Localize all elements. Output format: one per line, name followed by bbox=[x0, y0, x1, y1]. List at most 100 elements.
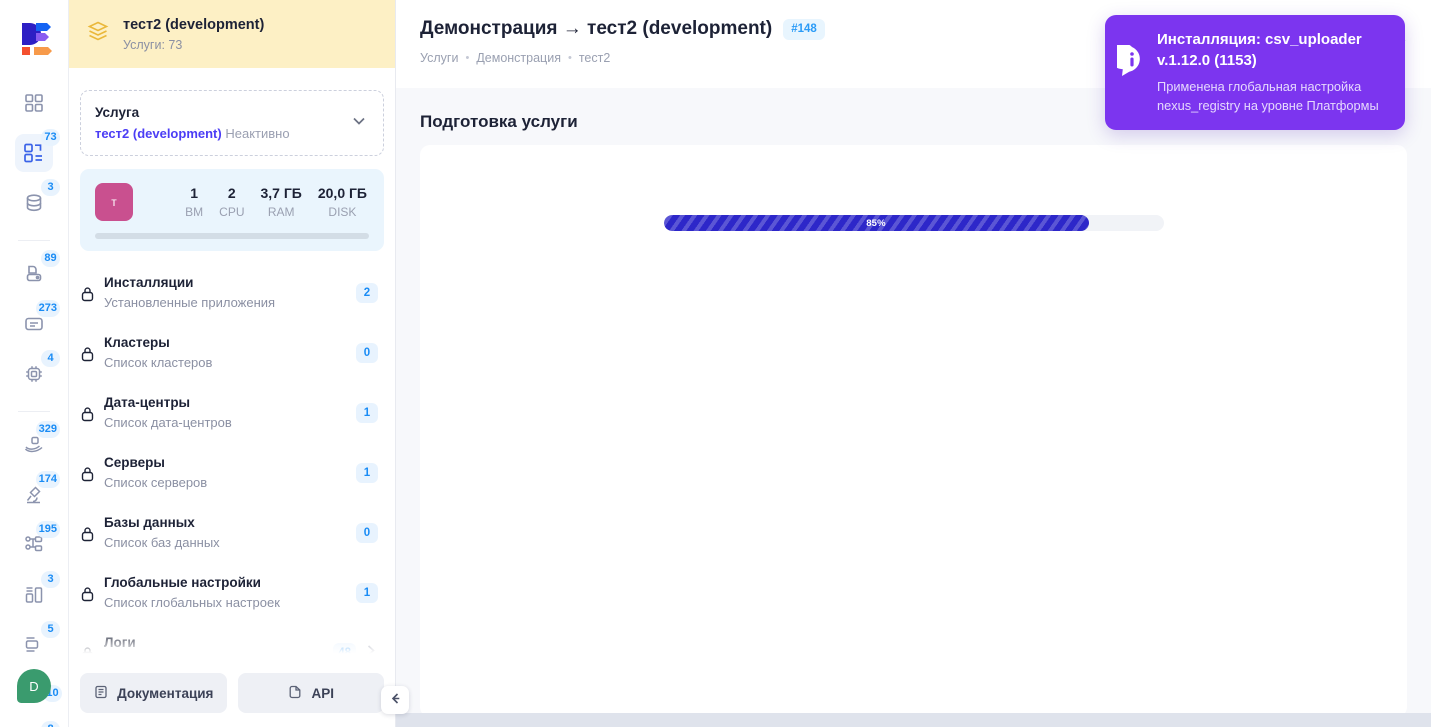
sidebar-item-chips[interactable]: 4 bbox=[15, 355, 53, 393]
icon-rail: 73 3 bbox=[0, 0, 69, 727]
nav-count: 2 bbox=[356, 283, 378, 303]
file-code-icon bbox=[287, 684, 303, 703]
nav-count: 1 bbox=[356, 403, 378, 423]
nav-item-servers[interactable]: Серверы Список серверов 1 bbox=[80, 447, 384, 498]
service-stats-card: т 1 ВМ 2 CPU 3,7 ГБ RAM bbox=[80, 169, 384, 251]
page-title-current: тест2 (development) bbox=[587, 18, 772, 39]
sidebar-item-racks[interactable]: 89 bbox=[15, 255, 53, 293]
info-icon bbox=[1117, 29, 1147, 115]
app-root: 73 3 bbox=[0, 0, 1431, 727]
sidebar-item-databases[interactable]: 3 bbox=[15, 184, 53, 222]
sidebar-item-layout[interactable]: 3 bbox=[15, 576, 53, 614]
arrow-right-icon: → bbox=[563, 18, 582, 39]
content-card: 85% bbox=[420, 145, 1407, 713]
book-icon bbox=[93, 684, 109, 703]
sidebar-item-services[interactable]: 73 bbox=[15, 134, 53, 172]
service-selector-state: Неактивно bbox=[225, 126, 289, 141]
badge-count: 174 bbox=[36, 471, 60, 488]
documentation-label: Документация bbox=[117, 686, 213, 701]
avatar-label: D bbox=[29, 679, 38, 694]
nav-item-databases[interactable]: Базы данных Список баз данных 0 bbox=[80, 507, 384, 558]
documentation-button[interactable]: Документация bbox=[80, 673, 227, 713]
sidebar-item-cards[interactable]: 273 bbox=[15, 305, 53, 343]
nav-count: 1 bbox=[356, 463, 378, 483]
arrow-left-icon bbox=[388, 691, 403, 709]
lock-icon bbox=[80, 644, 104, 662]
nav-item-installations[interactable]: Инсталляции Установленные приложения 2 bbox=[80, 267, 384, 318]
toast-title: Инсталляция: csv_uploader v.1.12.0 (1153… bbox=[1157, 29, 1390, 71]
lock-icon bbox=[80, 404, 104, 422]
nav-item-datacenters[interactable]: Дата-центры Список дата-центров 1 bbox=[80, 387, 384, 438]
api-button[interactable]: API bbox=[238, 673, 385, 713]
stack-icon bbox=[23, 634, 45, 656]
status-badge: #148 bbox=[783, 19, 825, 40]
database-icon bbox=[23, 192, 45, 214]
sidebar-item-handover[interactable]: 329 bbox=[15, 426, 53, 464]
panel-subtitle: Услуги: 73 bbox=[123, 36, 264, 54]
bottom-strip bbox=[396, 713, 1431, 727]
toast-message: Применена глобальная настройка nexus_reg… bbox=[1157, 77, 1390, 115]
service-avatar: т bbox=[95, 183, 133, 221]
page-title: Демонстрация → тест2 (development) bbox=[420, 16, 772, 42]
sidebar-item-topology[interactable]: 195 bbox=[15, 526, 53, 564]
badge-count: 3 bbox=[41, 571, 60, 588]
progress-bar-fill: 85% bbox=[664, 215, 1089, 231]
chevron-down-icon[interactable] bbox=[349, 111, 369, 136]
lock-icon bbox=[80, 284, 104, 302]
badge-count: 195 bbox=[36, 521, 60, 538]
rack-icon bbox=[23, 263, 45, 285]
nav-count: 0 bbox=[356, 523, 378, 543]
api-label: API bbox=[311, 686, 334, 701]
nav-count: 0 bbox=[356, 343, 378, 363]
badge-count: 8 bbox=[41, 721, 60, 727]
nav-count: 48 bbox=[333, 643, 356, 663]
badge-count: 89 bbox=[41, 250, 60, 267]
sidebar-item-microscope[interactable]: 174 bbox=[15, 476, 53, 514]
badge-count: 5 bbox=[41, 621, 60, 638]
chevron-right-icon[interactable] bbox=[363, 643, 378, 663]
service-selector-label: Услуга bbox=[95, 103, 349, 122]
lock-icon bbox=[80, 584, 104, 602]
panel-footer: Документация API bbox=[69, 663, 395, 727]
nav-item-logs[interactable]: Логи Журнал событий и действий 48 bbox=[80, 627, 384, 663]
breadcrumb-item-2[interactable]: тест2 bbox=[579, 51, 610, 65]
service-panel: тест2 (development) Услуги: 73 Услуга те… bbox=[69, 0, 396, 727]
rail-divider bbox=[18, 240, 50, 241]
badge-count: 329 bbox=[36, 421, 60, 438]
badge-count: 4 bbox=[41, 350, 60, 367]
panel-title: тест2 (development) bbox=[123, 15, 264, 35]
service-avatar-label: т bbox=[111, 195, 117, 209]
stats-progress-bar bbox=[95, 233, 369, 239]
content-area: Подготовка услуги 85% bbox=[396, 88, 1431, 713]
layout-icon bbox=[23, 584, 45, 606]
stats-list: 1 ВМ 2 CPU 3,7 ГБ RAM 20,0 ГБ DISK bbox=[133, 184, 369, 221]
rail-divider bbox=[18, 411, 50, 412]
rail-item-list: 73 3 bbox=[0, 84, 68, 727]
breadcrumb-item-0[interactable]: Услуги bbox=[420, 51, 458, 65]
lock-icon bbox=[80, 344, 104, 362]
stat-ram: 3,7 ГБ RAM bbox=[261, 184, 302, 221]
progress-label: 85% bbox=[866, 218, 886, 229]
lock-icon bbox=[80, 464, 104, 482]
service-selector[interactable]: Услуга тест2 (development) Неактивно bbox=[80, 90, 384, 156]
layers-icon bbox=[85, 19, 111, 50]
breadcrumb-item-1[interactable]: Демонстрация bbox=[476, 51, 561, 65]
breadcrumb-separator: • bbox=[568, 52, 572, 64]
progress-bar: 85% bbox=[664, 215, 1164, 231]
breadcrumb: Услуги • Демонстрация • тест2 bbox=[420, 51, 1162, 65]
avatar[interactable]: D bbox=[17, 669, 51, 703]
stat-vm: 1 ВМ bbox=[185, 184, 203, 221]
lock-icon bbox=[80, 524, 104, 542]
panel-nav-list: Инсталляции Установленные приложения 2 К… bbox=[69, 267, 395, 663]
panel-header: тест2 (development) Услуги: 73 bbox=[69, 0, 395, 68]
app-logo[interactable] bbox=[12, 14, 56, 58]
collapse-panel-button[interactable] bbox=[381, 686, 409, 714]
nav-item-clusters[interactable]: Кластеры Список кластеров 0 bbox=[80, 327, 384, 378]
nav-item-global-settings[interactable]: Глобальные настройки Список глобальных н… bbox=[80, 567, 384, 618]
page-title-parent: Демонстрация bbox=[420, 18, 557, 39]
sidebar-item-stack[interactable]: 5 bbox=[15, 626, 53, 664]
service-selector-name: тест2 (development) bbox=[95, 126, 222, 141]
badge-count: 273 bbox=[36, 300, 60, 317]
sidebar-item-dashboard[interactable] bbox=[15, 84, 53, 122]
notification-toast[interactable]: Инсталляция: csv_uploader v.1.12.0 (1153… bbox=[1105, 15, 1405, 130]
